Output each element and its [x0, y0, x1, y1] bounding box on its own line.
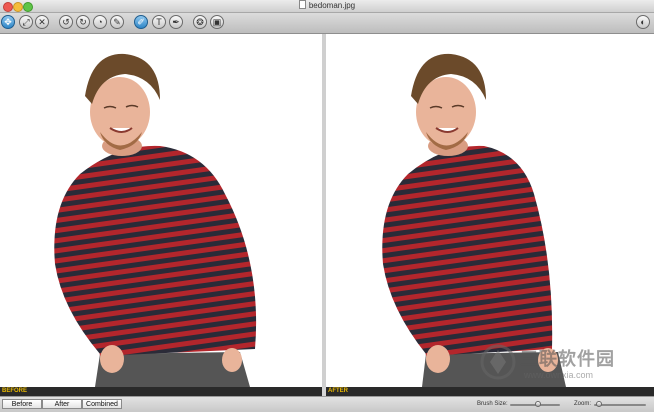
window-title-text: bedoman.jpg — [308, 1, 356, 10]
watermark-logo-icon — [480, 344, 516, 380]
before-photo — [54, 53, 257, 387]
effects-icon: ❂ — [196, 16, 204, 27]
brush-size-label: Brush Size: — [477, 401, 508, 407]
twirl-icon: ◔ — [97, 16, 103, 27]
brush-size-slider[interactable] — [510, 401, 560, 407]
zoom-label: Zoom: — [574, 401, 592, 407]
pen-tool-button[interactable]: ✒ — [169, 15, 183, 29]
watermark: 三联软件园 www.ownxia.com — [480, 342, 640, 386]
export-icon: ▣ — [212, 16, 222, 27]
title-bar: bedoman.jpg — [0, 0, 654, 13]
after-label: AFTER — [326, 387, 654, 396]
view-before-button[interactable]: Before — [2, 399, 42, 409]
move-tool-button[interactable]: ✥ — [1, 15, 15, 29]
view-toggle-icon: ◐ — [640, 16, 646, 27]
rotate-right-icon: ↻ — [79, 16, 87, 27]
watermark-text: 三联软件园 — [520, 349, 615, 369]
person-figure — [54, 53, 257, 387]
effects-button[interactable]: ❂ — [193, 15, 207, 29]
status-bar: Before After Combined Brush Size: Zoom: — [0, 396, 654, 412]
resize-tool-icon: ⤢ — [22, 16, 30, 27]
shrink-tool-button[interactable]: ✕ — [35, 15, 49, 29]
rotate-left-button[interactable]: ↺ — [59, 15, 73, 29]
text-tool-button[interactable]: T — [152, 15, 166, 29]
resize-tool-button[interactable]: ⤢ — [19, 15, 33, 29]
twirl-button[interactable]: ◔ — [93, 15, 107, 29]
export-button[interactable]: ▣ — [210, 15, 224, 29]
text-tool-icon: T — [156, 16, 162, 27]
before-label: BEFORE — [0, 387, 322, 396]
rotate-right-button[interactable]: ↻ — [76, 15, 90, 29]
toolbar: ✥ ⤢ ✕ ↺ ↻ ◔ ✎ ✐ T ✒ ❂ ▣ ◐ — [0, 13, 654, 34]
view-toggle-button[interactable]: ◐ — [636, 15, 650, 29]
brush-tool-button[interactable]: ✐ — [134, 15, 148, 29]
after-panel — [326, 34, 654, 387]
zoom-slider[interactable] — [594, 401, 646, 407]
zoom-knob[interactable] — [596, 401, 603, 407]
view-combined-button[interactable]: Combined — [82, 399, 122, 409]
pen-tool-icon: ✒ — [172, 16, 180, 27]
move-tool-icon: ✥ — [4, 16, 12, 27]
window-title: bedoman.jpg — [0, 0, 654, 12]
before-panel — [0, 34, 322, 387]
person-figure-slim — [382, 53, 566, 387]
rotate-left-icon: ↺ — [62, 16, 70, 27]
view-after-button[interactable]: After — [42, 399, 82, 409]
smudge-button[interactable]: ✎ — [110, 15, 124, 29]
smudge-icon: ✎ — [113, 16, 121, 27]
shrink-tool-icon: ✕ — [38, 16, 46, 27]
brush-size-knob[interactable] — [534, 401, 541, 407]
brush-tool-icon: ✐ — [137, 16, 145, 27]
document-icon — [298, 0, 306, 9]
watermark-subtext: www.ownxia.com — [524, 370, 594, 380]
after-photo — [382, 53, 566, 387]
